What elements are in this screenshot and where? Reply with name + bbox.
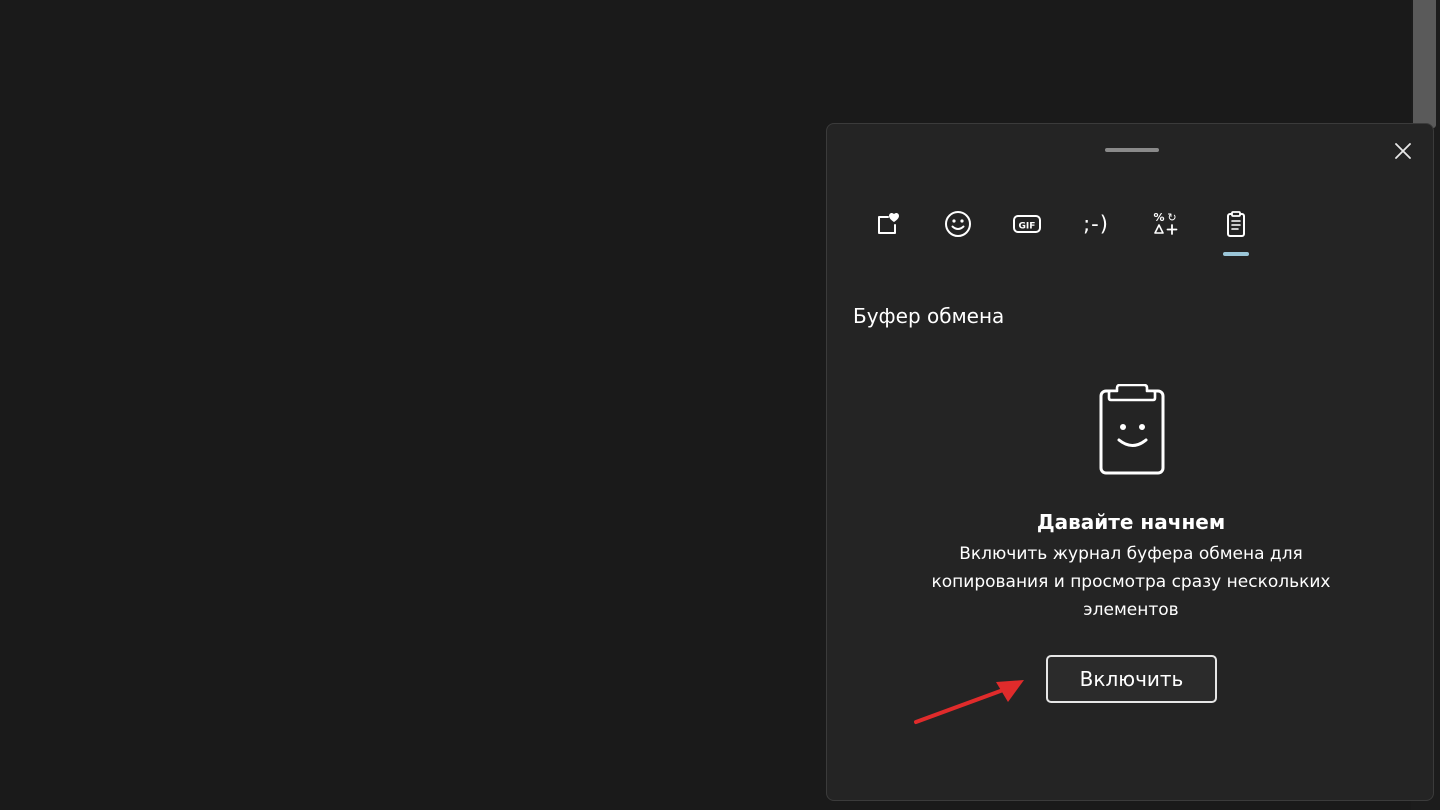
clipboard-icon [1227,211,1245,237]
tab-clipboard[interactable] [1214,202,1258,246]
symbols-icon: % ↻ [1153,211,1178,235]
empty-state-heading: Давайте начнем [1036,510,1226,534]
svg-text:%: % [1153,211,1164,224]
kaomoji-icon: ;-) [1083,212,1109,236]
tab-gif[interactable]: GIF [1005,202,1049,246]
tab-symbols[interactable]: % ↻ [1144,202,1188,246]
empty-state-description: Включить журнал буфера обмена для копиро… [931,544,1331,620]
smiley-icon [945,211,971,237]
close-button[interactable] [1387,136,1419,166]
heart-sticker-icon [878,212,899,234]
annotation-arrow [914,680,1024,724]
drag-handle[interactable] [1105,148,1159,152]
svg-text:↻: ↻ [1167,211,1176,224]
active-tab-indicator [1223,252,1249,256]
svg-text:GIF: GIF [1019,222,1036,232]
enable-clipboard-history-button[interactable]: Включить [1046,655,1217,703]
tab-kaomoji[interactable]: ;-) [1074,202,1118,246]
tab-favorites[interactable] [866,202,910,246]
close-icon [1395,143,1411,159]
clipboard-smile-illustration [1099,384,1165,475]
tab-emoji[interactable] [936,202,980,246]
section-title: Буфер обмена [853,304,1005,328]
scrollbar-thumb[interactable] [1413,0,1436,128]
gif-icon: GIF [1013,215,1041,233]
